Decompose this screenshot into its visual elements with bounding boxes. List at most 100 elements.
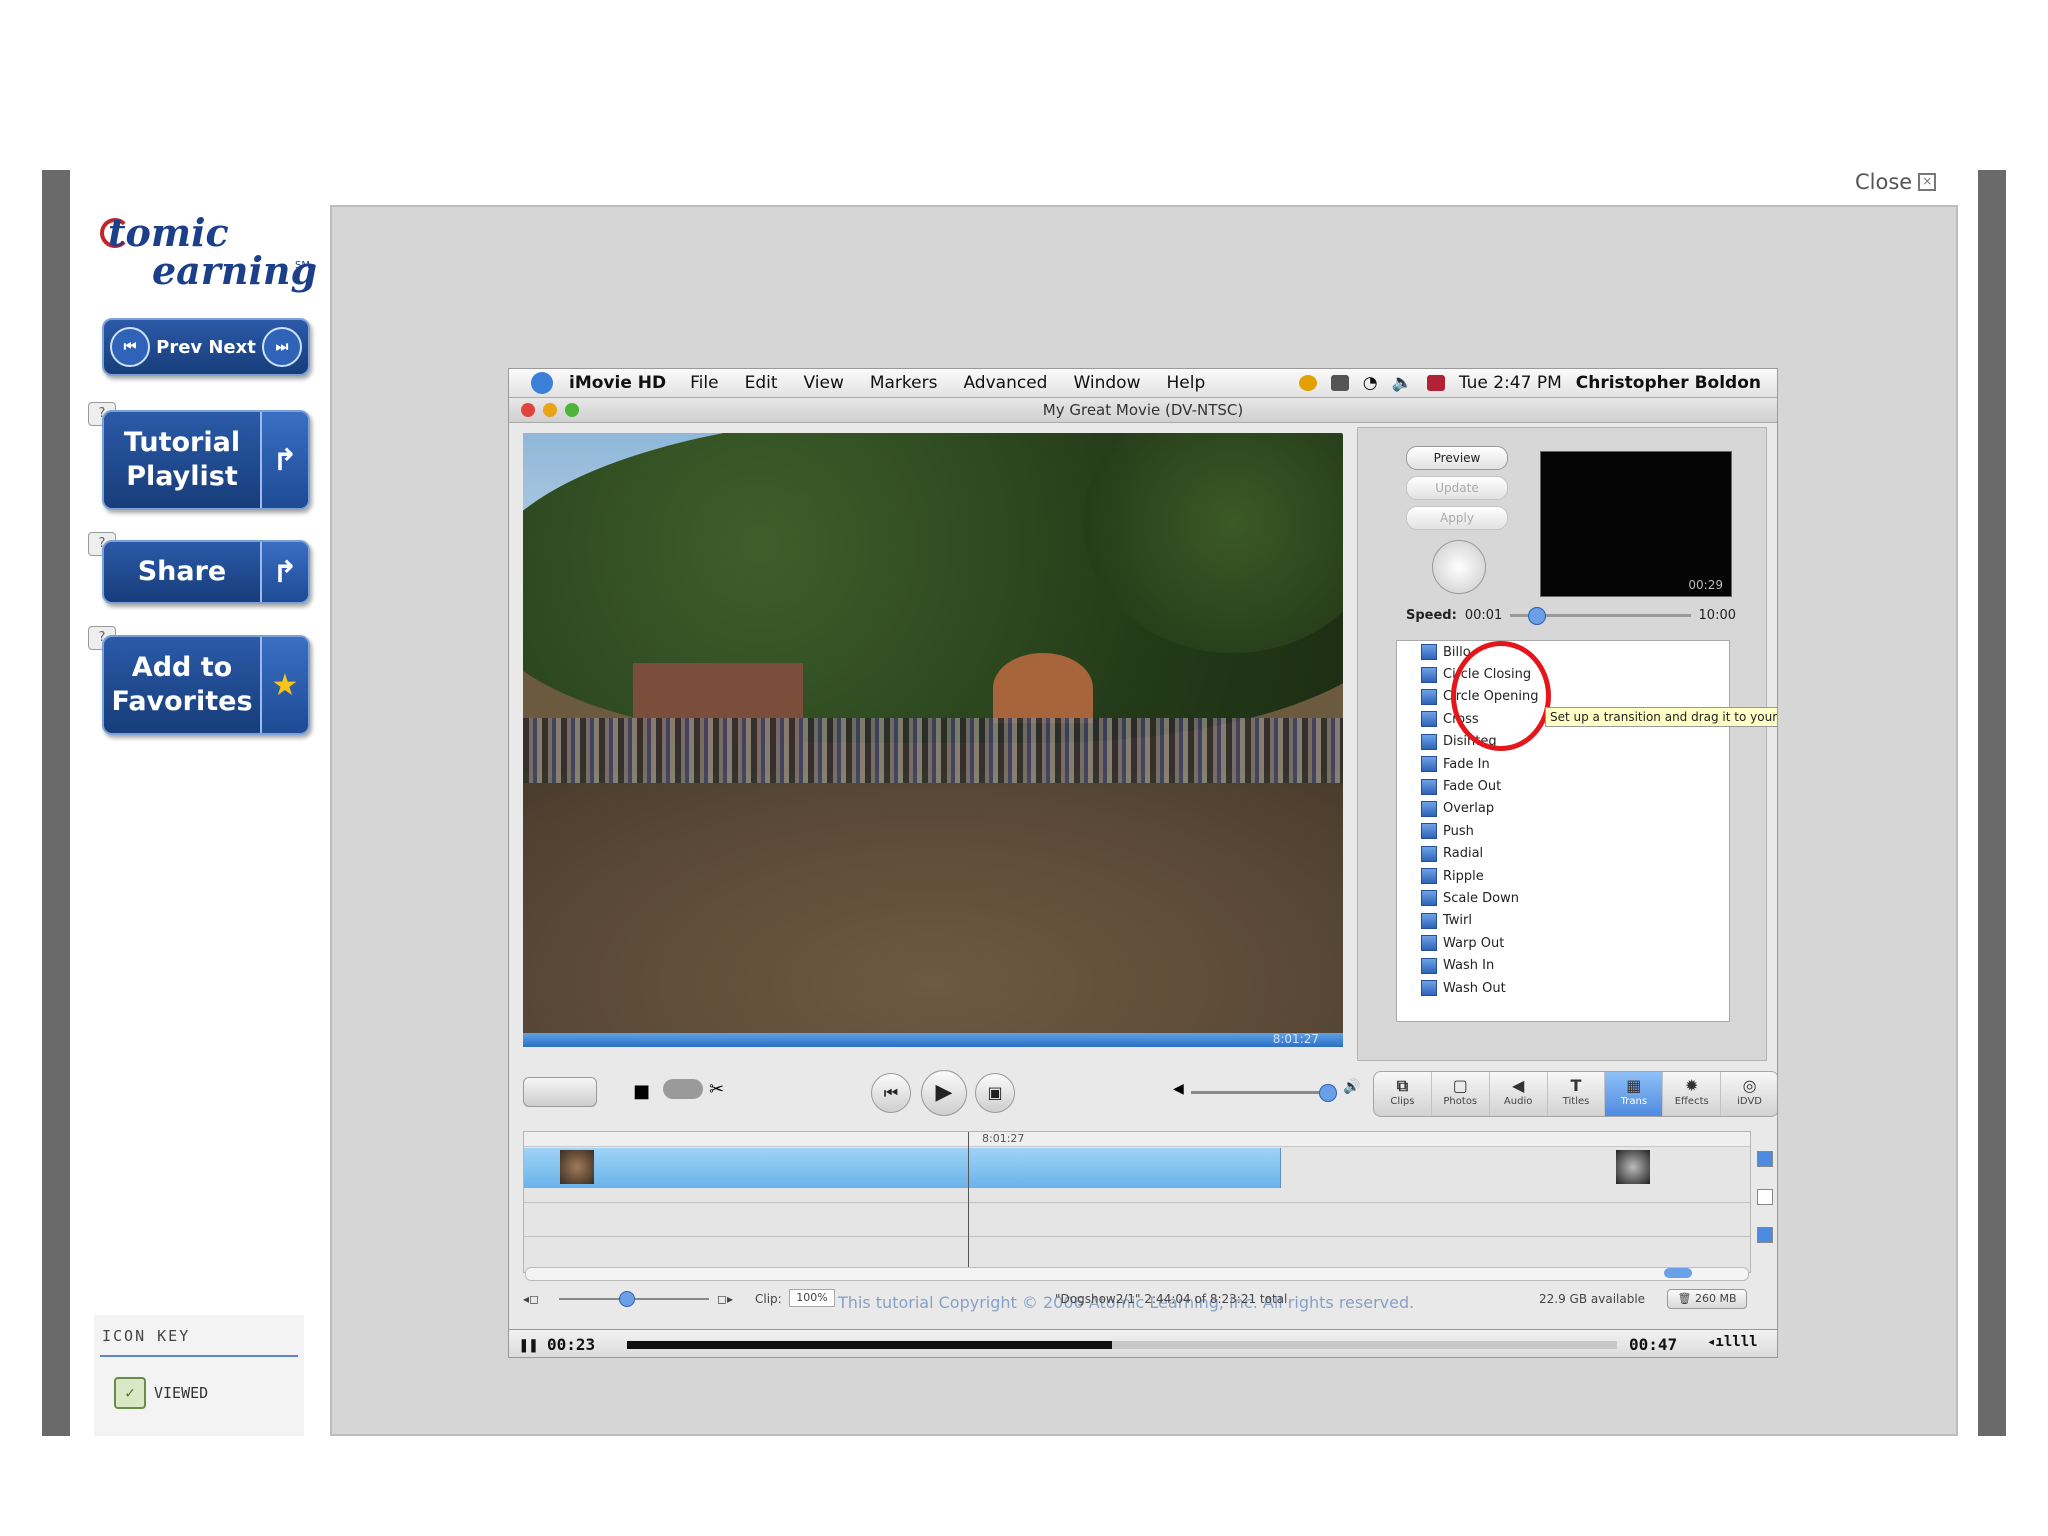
share-button[interactable]: Share ↱ bbox=[102, 540, 310, 604]
close-window-icon[interactable] bbox=[521, 403, 535, 417]
transition-icon bbox=[1421, 912, 1437, 929]
tab-effects[interactable]: ✹ Effects bbox=[1663, 1072, 1722, 1116]
viewer-scrubber[interactable]: 8:01:27 bbox=[523, 1032, 1343, 1047]
list-item[interactable]: Warp Out bbox=[1397, 932, 1729, 954]
trash-icon: 🗑 bbox=[1677, 1292, 1695, 1305]
video-track-checkbox[interactable] bbox=[1757, 1151, 1773, 1167]
pause-icon[interactable]: ❚❚ bbox=[519, 1335, 538, 1354]
apple-menu-icon[interactable] bbox=[531, 372, 553, 394]
close-button[interactable]: Close × bbox=[1855, 170, 1937, 194]
tutorial-label-line2: Playlist bbox=[126, 461, 238, 492]
tab-trans[interactable]: ▦ Trans bbox=[1605, 1072, 1664, 1116]
list-item[interactable]: Disinteg bbox=[1397, 731, 1729, 753]
favorites-label-line1: Add to bbox=[131, 652, 233, 683]
player-volume-icon[interactable]: ◂ıllll bbox=[1707, 1334, 1758, 1350]
list-item[interactable]: Fade Out bbox=[1397, 775, 1729, 797]
menu-view[interactable]: View bbox=[804, 373, 844, 393]
tab-label: Trans bbox=[1620, 1096, 1648, 1107]
menu-window[interactable]: Window bbox=[1073, 373, 1140, 393]
display-icon[interactable] bbox=[1330, 375, 1349, 391]
menu-edit[interactable]: Edit bbox=[745, 373, 778, 393]
list-item[interactable]: Scale Down bbox=[1397, 887, 1729, 909]
menubar-user[interactable]: Christopher Boldon bbox=[1576, 373, 1761, 393]
menu-advanced[interactable]: Advanced bbox=[963, 373, 1047, 393]
preview-button[interactable]: Preview bbox=[1406, 446, 1508, 470]
tutorial-video: iMovie HD File Edit View Markers Advance… bbox=[508, 368, 1778, 1358]
moon-icon[interactable] bbox=[1298, 375, 1317, 391]
prev-button[interactable]: Prev bbox=[156, 337, 202, 358]
clip-zoom-field[interactable]: 100% bbox=[789, 1289, 835, 1307]
tab-audio[interactable]: ◀ Audio bbox=[1490, 1072, 1548, 1116]
playhead[interactable] bbox=[968, 1132, 969, 1272]
menu-file[interactable]: File bbox=[690, 373, 718, 393]
camera-mode-toggle[interactable] bbox=[523, 1077, 597, 1107]
timeline-scrollbar[interactable] bbox=[525, 1267, 1749, 1281]
clip-thumbnail[interactable] bbox=[1616, 1150, 1650, 1184]
track-divider bbox=[524, 1236, 1750, 1237]
window-title: My Great Movie (DV-NTSC) bbox=[1042, 401, 1244, 419]
zoom-window-icon[interactable] bbox=[565, 403, 579, 417]
close-icon[interactable]: × bbox=[1918, 173, 1937, 191]
scene-ground bbox=[523, 783, 1343, 1033]
list-item-label: Overlap bbox=[1443, 801, 1495, 817]
audio-track-1-checkbox[interactable] bbox=[1757, 1189, 1773, 1205]
volume-knob[interactable] bbox=[1319, 1084, 1337, 1102]
close-label[interactable]: Close bbox=[1855, 170, 1912, 194]
app-menu[interactable]: iMovie HD bbox=[569, 373, 666, 393]
transition-icon bbox=[1421, 823, 1437, 840]
progress-bar[interactable] bbox=[627, 1341, 1617, 1349]
update-button[interactable]: Update bbox=[1406, 476, 1508, 500]
volume-icon[interactable]: 🔈 bbox=[1392, 373, 1413, 393]
add-to-favorites-button[interactable]: Add to Favorites ★ bbox=[102, 635, 310, 735]
list-item[interactable]: Wash Out bbox=[1397, 977, 1729, 999]
tab-photos[interactable]: ▢ Photos bbox=[1432, 1072, 1490, 1116]
rewind-button[interactable]: ⏮ bbox=[871, 1073, 911, 1113]
scroll-thumb[interactable] bbox=[1664, 1268, 1692, 1278]
list-item[interactable]: Twirl bbox=[1397, 910, 1729, 932]
list-item[interactable]: Circle Closing bbox=[1397, 663, 1729, 685]
next-button[interactable]: Next bbox=[208, 337, 256, 358]
list-item[interactable]: Fade In bbox=[1397, 753, 1729, 775]
zoom-in-icon[interactable]: ◻▸ bbox=[717, 1292, 733, 1306]
list-item[interactable]: Ripple bbox=[1397, 865, 1729, 887]
volume-slider[interactable] bbox=[1191, 1084, 1337, 1102]
timeline-clip[interactable] bbox=[524, 1148, 1281, 1188]
list-item[interactable]: Overlap bbox=[1397, 798, 1729, 820]
edit-mode-switch[interactable] bbox=[663, 1079, 703, 1099]
menu-markers[interactable]: Markers bbox=[870, 373, 938, 393]
effects-icon: ✹ bbox=[1685, 1076, 1699, 1095]
transition-icon bbox=[1421, 644, 1437, 661]
list-item[interactable]: Push bbox=[1397, 820, 1729, 842]
tutorial-playlist-button[interactable]: Tutorial Playlist ↱ bbox=[102, 410, 310, 510]
apply-button[interactable]: Apply bbox=[1406, 506, 1508, 530]
menu-help[interactable]: Help bbox=[1166, 373, 1205, 393]
tooltip: Set up a transition and drag it to your … bbox=[1545, 707, 1777, 727]
direction-wheel-icon[interactable] bbox=[1432, 540, 1486, 594]
tab-label: Audio bbox=[1503, 1096, 1533, 1107]
zoom-knob[interactable] bbox=[619, 1291, 635, 1307]
transition-icon bbox=[1421, 666, 1437, 683]
speed-slider-knob[interactable] bbox=[1528, 607, 1547, 625]
play-fullscreen-button[interactable]: ▣ bbox=[975, 1073, 1015, 1113]
list-item[interactable]: Radial bbox=[1397, 843, 1729, 865]
menubar-clock[interactable]: Tue 2:47 PM bbox=[1459, 373, 1562, 393]
list-item[interactable]: Circle Opening bbox=[1397, 686, 1729, 708]
volume-high-icon: 🔊 bbox=[1343, 1079, 1361, 1095]
tab-idvd[interactable]: ◎ iDVD bbox=[1721, 1072, 1777, 1116]
last-icon[interactable]: ⏭ bbox=[261, 327, 302, 367]
trash-button[interactable]: 🗑 260 MB bbox=[1667, 1289, 1747, 1309]
zoom-out-icon[interactable]: ◂◻ bbox=[523, 1292, 539, 1306]
play-button[interactable]: ▶ bbox=[921, 1070, 967, 1116]
clip-thumbnail[interactable] bbox=[560, 1150, 594, 1184]
tab-clips[interactable]: ⧉ Clips bbox=[1374, 1072, 1432, 1116]
first-icon[interactable]: ⏮ bbox=[110, 327, 150, 367]
list-item[interactable]: Billo bbox=[1397, 641, 1729, 663]
flag-icon[interactable] bbox=[1426, 375, 1445, 391]
audio-track-2-checkbox[interactable] bbox=[1757, 1227, 1773, 1243]
list-item[interactable]: Wash In bbox=[1397, 954, 1729, 976]
tab-titles[interactable]: T Titles bbox=[1548, 1072, 1606, 1116]
minimize-window-icon[interactable] bbox=[543, 403, 557, 417]
speed-slider[interactable] bbox=[1510, 607, 1691, 625]
wifi-icon[interactable]: ◔ bbox=[1363, 373, 1378, 393]
pager-control: ⏮ Prev Next ⏭ bbox=[102, 318, 310, 376]
